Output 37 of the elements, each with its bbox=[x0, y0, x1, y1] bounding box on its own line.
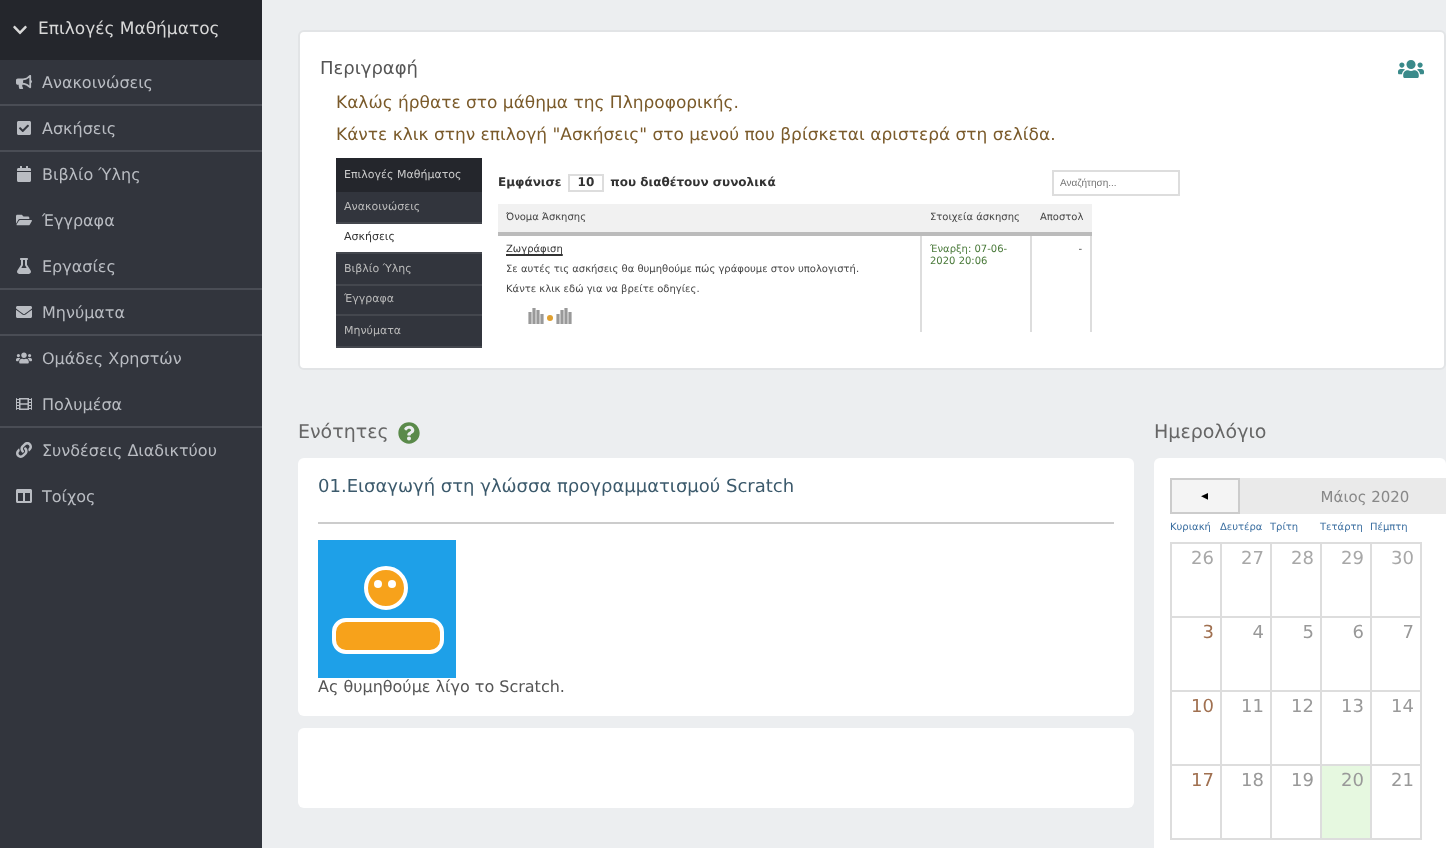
day-cell[interactable]: 20 bbox=[1320, 764, 1372, 840]
hands-icon bbox=[526, 304, 574, 324]
calendar-icon bbox=[16, 166, 32, 182]
columns-icon bbox=[16, 488, 32, 504]
sidebar-item[interactable]: Μηνύματα bbox=[0, 290, 262, 336]
sidebar-item[interactable]: Βιβλίο Ύλης bbox=[0, 152, 262, 198]
day-cell[interactable]: 21 bbox=[1370, 764, 1422, 840]
sidebar-item[interactable]: Έγγραφα bbox=[0, 198, 262, 244]
sidebar-item[interactable]: Ασκήσεις bbox=[0, 106, 262, 152]
sidebar-item[interactable]: Ανακοινώσεις bbox=[0, 60, 262, 106]
sidebar-item[interactable]: Τοίχος bbox=[0, 474, 262, 520]
users-icon[interactable] bbox=[1398, 56, 1424, 82]
section-title: Ημερολόγιο bbox=[1154, 421, 1267, 443]
panel-title: Περιγραφή bbox=[320, 59, 419, 79]
day-cell[interactable]: 17 bbox=[1170, 764, 1222, 840]
cat-logo-picture bbox=[318, 540, 456, 678]
sidebar-header[interactable]: Επιλογές Μαθήματος bbox=[0, 0, 262, 60]
day-cell[interactable]: 26 bbox=[1170, 542, 1222, 618]
flask-icon bbox=[16, 258, 32, 274]
folder-icon bbox=[16, 212, 32, 228]
checkbox-icon bbox=[16, 120, 32, 136]
envelope-icon bbox=[16, 304, 32, 320]
film-icon bbox=[16, 396, 32, 412]
day-cell[interactable]: 30 bbox=[1370, 542, 1422, 618]
section-title: Ενότητες bbox=[298, 421, 389, 443]
help-icon[interactable] bbox=[398, 421, 421, 443]
description-text: Κάντε κλικ στην επιλογή "Ασκήσεις" στο μενού που βρίσκεται αριστερά στη σελίδα. bbox=[336, 126, 1058, 146]
megaphone-icon bbox=[16, 74, 32, 90]
sidebar-item[interactable]: Συνδέσεις Διαδικτύου bbox=[0, 428, 262, 474]
description-text: Καλώς ήρθατε στο μάθημα της Πληροφορικής. bbox=[336, 94, 742, 114]
sidebar-item[interactable]: Εργασίες bbox=[0, 244, 262, 290]
sidebar-item[interactable]: Ομάδες Χρηστών bbox=[0, 336, 262, 382]
unit-title[interactable]: 01.Εισαγωγή στη γλώσσα προγραμματισμού Scratch bbox=[318, 478, 1114, 524]
sidebar-item[interactable]: Πολυμέσα bbox=[0, 382, 262, 428]
link-icon bbox=[16, 442, 32, 458]
users-icon bbox=[16, 350, 32, 366]
unit-caption: Ας θυμηθούμε λίγο το Scratch. bbox=[318, 678, 567, 696]
